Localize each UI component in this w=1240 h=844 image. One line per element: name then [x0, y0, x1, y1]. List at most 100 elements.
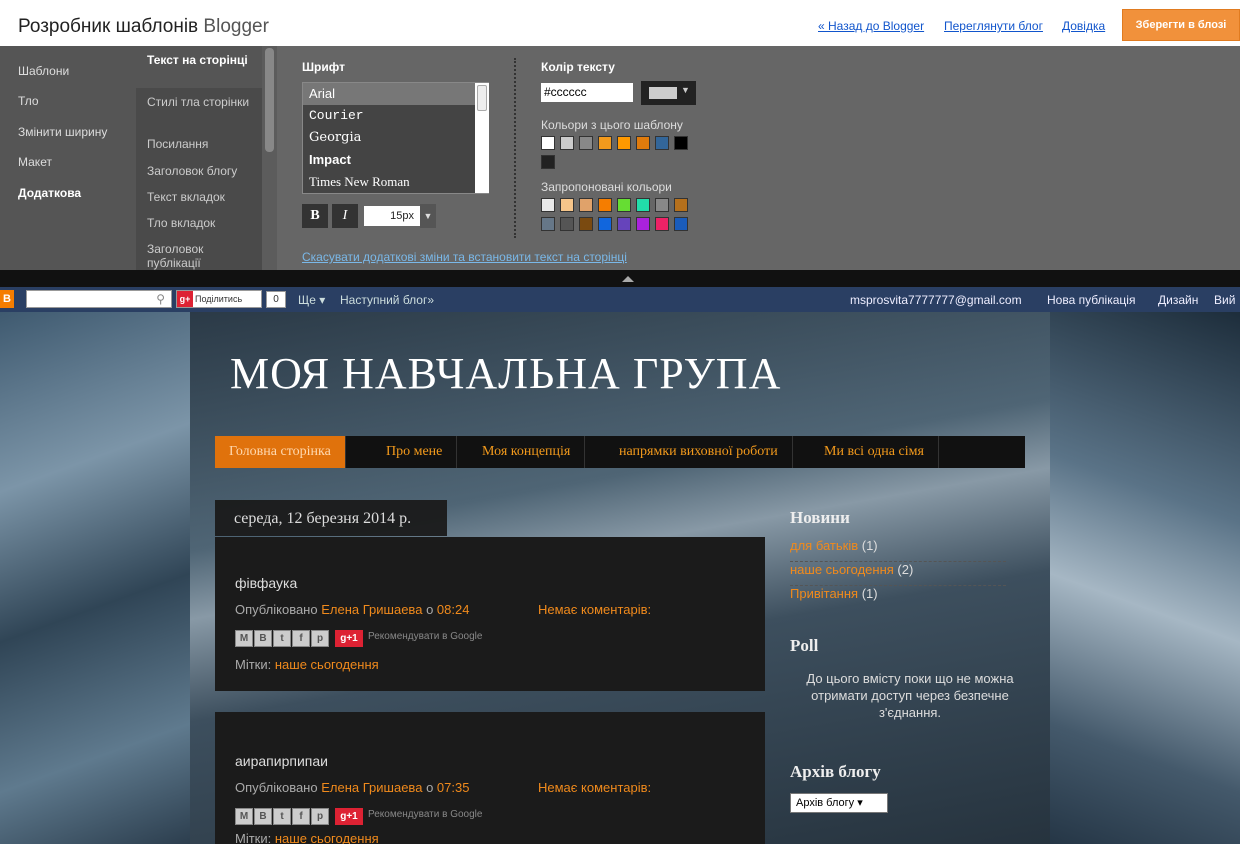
archive-dropdown[interactable]: Архів блогу ▾ [790, 793, 888, 813]
color-swatch[interactable] [617, 217, 631, 231]
tab-one-family[interactable]: Ми всі одна сімя [810, 436, 939, 468]
email-share-icon[interactable]: M [235, 630, 253, 647]
subnav-backgrounds[interactable]: Стилі тла сторінки [147, 95, 257, 109]
post-label-link[interactable]: наше сьогодення [275, 657, 379, 672]
gplus-share-button[interactable]: g+ Поділитись [176, 290, 262, 308]
tab-my-concept[interactable]: Моя концепція [468, 436, 586, 468]
news-label-link[interactable]: для батьків [790, 538, 858, 553]
color-swatch[interactable] [636, 217, 650, 231]
subnav-links[interactable]: Посилання [147, 137, 257, 151]
font-option-arial[interactable]: Arial [309, 86, 474, 101]
color-swatch[interactable] [655, 136, 669, 150]
pinterest-share-icon[interactable]: p [311, 630, 329, 647]
post-author-link[interactable]: Елена Гришаева [321, 602, 422, 617]
save-to-blog-button[interactable]: Зберегти в блозі [1122, 9, 1240, 41]
more-menu[interactable]: Ще ▾ [298, 293, 325, 307]
italic-button[interactable]: I [332, 204, 358, 228]
color-swatch[interactable] [579, 136, 593, 150]
twitter-share-icon[interactable]: t [273, 630, 291, 647]
color-swatch[interactable] [617, 198, 631, 212]
blogthis-share-icon[interactable]: B [254, 808, 272, 825]
blog-title[interactable]: МОЯ НАВЧАЛЬНА ГРУПА [230, 348, 781, 399]
color-swatch[interactable] [655, 217, 669, 231]
gplus-one-icon[interactable]: g+1 [335, 630, 363, 647]
font-option-times-new-roman[interactable]: Times New Roman [309, 174, 474, 190]
navbar-search-input[interactable]: ⚲ [26, 290, 172, 308]
subnav-tabs-text[interactable]: Текст вкладок [147, 190, 257, 204]
help-link[interactable]: Довідка [1062, 19, 1105, 33]
hex-color-input[interactable]: #cccccc [541, 83, 633, 102]
font-option-impact[interactable]: Impact [309, 152, 474, 167]
post-time-link[interactable]: 08:24 [437, 602, 470, 617]
color-swatch[interactable] [560, 198, 574, 212]
subnav-post-title[interactable]: Заголовок публікації [147, 242, 257, 270]
post-time-link[interactable]: 07:35 [437, 780, 470, 795]
color-swatch[interactable] [674, 136, 688, 150]
font-size-dropdown-icon[interactable]: ▼ [420, 204, 436, 228]
nav-background[interactable]: Тло [18, 94, 39, 108]
color-swatch[interactable] [636, 198, 650, 212]
color-swatch[interactable] [579, 198, 593, 212]
font-size-field[interactable]: 15px [364, 206, 420, 226]
color-swatch[interactable] [598, 136, 612, 150]
tab-home[interactable]: Головна сторінка [215, 436, 346, 468]
color-swatch[interactable] [541, 198, 555, 212]
nav-advanced[interactable]: Додаткова [18, 186, 81, 200]
tab-about-me[interactable]: Про мене [372, 436, 458, 468]
post-title[interactable]: фівфаука [235, 575, 297, 591]
font-list-scroll-thumb[interactable] [477, 85, 487, 111]
color-swatch[interactable] [598, 217, 612, 231]
design-link[interactable]: Дизайн [1158, 293, 1198, 307]
color-swatch[interactable] [579, 217, 593, 231]
new-post-link[interactable]: Нова публікація [1047, 293, 1135, 307]
next-blog-link[interactable]: Наступний блог» [340, 293, 434, 307]
color-picker-button[interactable]: ▼ [641, 81, 696, 105]
blogthis-share-icon[interactable]: B [254, 630, 272, 647]
post-comments-link[interactable]: Немає коментарів: [538, 602, 651, 617]
facebook-share-icon[interactable]: f [292, 630, 310, 647]
preview-resize-bar[interactable] [0, 270, 1240, 287]
font-option-courier[interactable]: Courier [309, 108, 474, 123]
nav-layout[interactable]: Макет [18, 155, 52, 169]
email-share-icon[interactable]: M [235, 808, 253, 825]
post-title[interactable]: аирапирпипаи [235, 753, 328, 769]
twitter-share-icon[interactable]: t [273, 808, 291, 825]
gplus-one-icon[interactable]: g+1 [335, 808, 363, 825]
collapse-arrow-icon[interactable] [622, 276, 634, 282]
color-swatch[interactable] [674, 217, 688, 231]
search-icon[interactable]: ⚲ [156, 292, 165, 306]
post-label-link[interactable]: наше сьогодення [275, 831, 379, 844]
color-swatch[interactable] [598, 198, 612, 212]
color-swatch[interactable] [560, 136, 574, 150]
cancel-advanced-changes-link[interactable]: Скасувати додаткові зміни та встановити … [302, 250, 627, 264]
post-author-link[interactable]: Елена Гришаева [321, 780, 422, 795]
subnav-scrollbar[interactable] [262, 46, 277, 270]
color-swatch[interactable] [541, 217, 555, 231]
subnav-blog-title[interactable]: Заголовок блогу [147, 164, 257, 178]
post-comments-link[interactable]: Немає коментарів: [538, 780, 651, 795]
color-swatch[interactable] [655, 198, 669, 212]
bold-button[interactable]: B [302, 204, 328, 228]
font-listbox[interactable]: Arial Courier Georgia Impact Times New R… [302, 82, 489, 194]
color-swatch[interactable] [636, 136, 650, 150]
subnav-page-text[interactable]: Текст на сторінці [136, 46, 262, 88]
news-label-link[interactable]: наше сьогодення [790, 562, 894, 577]
facebook-share-icon[interactable]: f [292, 808, 310, 825]
color-swatch[interactable] [541, 155, 555, 169]
color-swatch[interactable] [560, 217, 574, 231]
nav-templates[interactable]: Шаблони [18, 64, 69, 78]
font-list-scrollbar[interactable] [475, 83, 489, 193]
view-blog-link[interactable]: Переглянути блог [944, 19, 1043, 33]
back-to-blogger-link[interactable]: « Назад до Blogger [818, 19, 924, 33]
news-label-link[interactable]: Привітання [790, 586, 858, 601]
tab-educational-directions[interactable]: напрямки виховної роботи [605, 436, 793, 468]
color-swatch[interactable] [674, 198, 688, 212]
nav-adjust-widths[interactable]: Змінити ширину [18, 125, 107, 139]
color-swatch[interactable] [541, 136, 555, 150]
pinterest-share-icon[interactable]: p [311, 808, 329, 825]
color-swatch[interactable] [617, 136, 631, 150]
sign-out-link[interactable]: Вий [1214, 293, 1235, 307]
subnav-scroll-thumb[interactable] [265, 48, 274, 152]
blogger-logo-icon[interactable]: B [0, 290, 14, 308]
subnav-tabs-background[interactable]: Тло вкладок [147, 216, 257, 230]
